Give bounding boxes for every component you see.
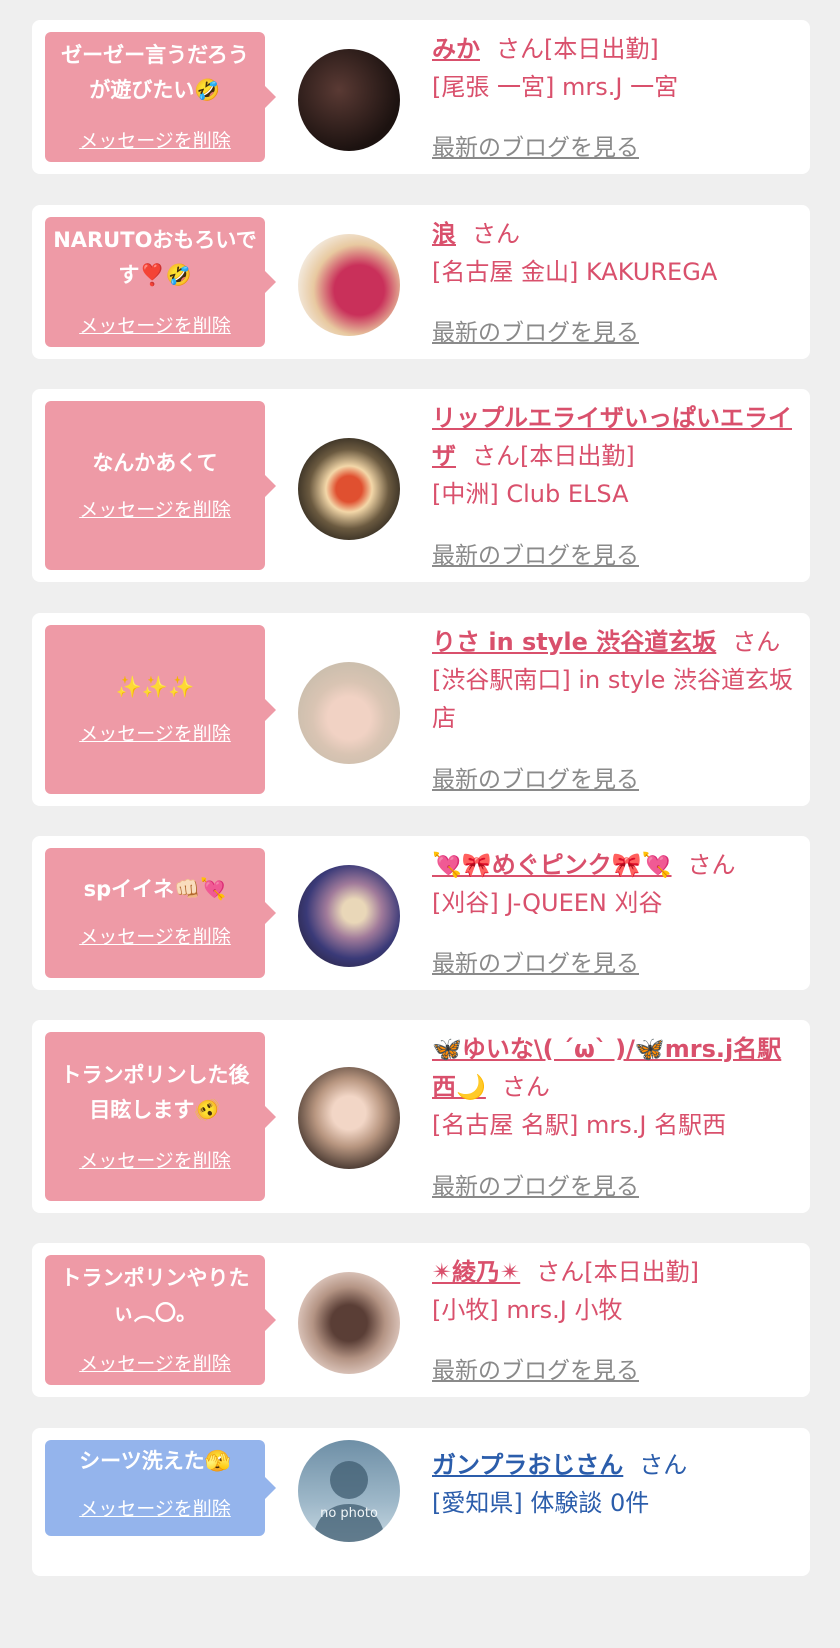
message-list: ゼーゼー言うだろうが遊びたい🤣 メッセージを削除 みか さん[本日出勤] [尾張 … [0,0,840,1648]
message-text: シーツ洗えた🫣 [79,1449,231,1473]
delete-message-link[interactable]: メッセージを削除 [45,126,265,153]
message-text: なんかあくて [92,451,218,475]
message-bubble: NARUTOおもろいです❣️🤣 メッセージを削除 [45,217,276,347]
blog-link[interactable]: 最新のブログを見る [432,944,639,978]
honorific: さん [536,1258,585,1286]
message-card: シーツ洗えた🫣 メッセージを削除 no photo ガンプラおじさん さん [愛知… [32,1428,810,1576]
delete-message-link[interactable]: メッセージを削除 [45,922,265,949]
profile-info: 💘🎀めぐピンク🎀💘 さん [刈谷] J-QUEEN 刈谷 [432,846,796,922]
message-bubble: なんかあくて メッセージを削除 [45,401,276,570]
message-bubble: ゼーゼー言うだろうが遊びたい🤣 メッセージを削除 [45,32,276,162]
delete-message-link[interactable]: メッセージを削除 [45,1349,265,1376]
delete-message-link[interactable]: メッセージを削除 [45,311,265,338]
profile-info: 浪さん [名古屋 金山] KAKUREGA [432,215,796,291]
honorific: さん [732,628,781,656]
message-text: ✨✨✨ [115,675,195,699]
profile-name-link[interactable]: みか [432,35,480,63]
delete-message-link[interactable]: メッセージを削除 [45,719,265,746]
person-silhouette-icon [312,1461,386,1542]
avatar[interactable] [298,865,400,967]
blog-link[interactable]: 最新のブログを見る [432,128,639,162]
honorific: さん [501,1073,550,1101]
profile-name-link[interactable]: ガンプラおじさん [432,1451,623,1479]
blog-link[interactable]: 最新のブログを見る [432,760,639,794]
profile-name-link[interactable]: 浪 [432,220,456,248]
message-card: NARUTOおもろいです❣️🤣 メッセージを削除 浪さん [名古屋 金山] KA… [32,205,810,359]
delete-message-link[interactable]: メッセージを削除 [45,1146,265,1173]
profile-info: ガンプラおじさん さん [愛知県] 体験談 0件 [432,1446,796,1522]
blog-link[interactable]: 最新のブログを見る [432,313,639,347]
honorific: さん [639,1451,688,1479]
status-badge: [本日出勤] [520,442,635,470]
avatar[interactable] [298,49,400,151]
avatar[interactable] [298,1067,400,1169]
profile-info: 🦋ゆいな\( ´ω` )/🦋mrs.j名駅西🌙 さん [名古屋 名駅] mrs.J… [432,1030,796,1144]
status-badge: [本日出勤] [544,35,659,63]
message-card: spイイネ👊🏻💘 メッセージを削除 💘🎀めぐピンク🎀💘 さん [刈谷] J-QUE… [32,836,810,990]
message-text: spイイネ👊🏻💘 [83,877,227,901]
message-text: トランポリンした後目眩します🫨 [60,1063,250,1122]
shop-info: [小牧] mrs.J 小牧 [432,1296,623,1324]
message-card: トランポリンやりたぃ︵〇。 メッセージを削除 ✴綾乃✴ さん[本日出勤] [小牧]… [32,1243,810,1397]
blog-link[interactable]: 最新のブログを見る [432,1351,639,1385]
message-bubble: ✨✨✨ メッセージを削除 [45,625,276,794]
avatar[interactable] [298,662,400,764]
profile-info: リップルエライザいっぱいエライザ さん[本日出勤] [中洲] Club ELSA [432,399,796,513]
shop-info: [尾張 一宮] mrs.J 一宮 [432,73,679,101]
message-card: なんかあくて メッセージを削除 リップルエライザいっぱいエライザ さん[本日出勤]… [32,389,810,582]
shop-info: [愛知県] 体験談 0件 [432,1489,650,1517]
profile-name-link[interactable]: ✴綾乃✴ [432,1258,520,1286]
profile-info: ✴綾乃✴ さん[本日出勤] [小牧] mrs.J 小牧 [432,1253,796,1329]
message-card: ゼーゼー言うだろうが遊びたい🤣 メッセージを削除 みか さん[本日出勤] [尾張 … [32,20,810,174]
shop-info: [中洲] Club ELSA [432,480,629,508]
profile-name-link[interactable]: りさ in style 渋谷道玄坂 [432,628,716,656]
message-bubble: シーツ洗えた🫣 メッセージを削除 [45,1440,276,1536]
message-card: トランポリンした後目眩します🫨 メッセージを削除 🦋ゆいな\( ´ω` )/🦋m… [32,1020,810,1213]
shop-info: [刈谷] J-QUEEN 刈谷 [432,889,663,917]
message-bubble: トランポリンやりたぃ︵〇。 メッセージを削除 [45,1255,276,1385]
honorific: さん [496,35,544,63]
blog-link[interactable]: 最新のブログを見る [432,1167,639,1201]
message-bubble: トランポリンした後目眩します🫨 メッセージを削除 [45,1032,276,1201]
shop-info: [名古屋 金山] KAKUREGA [432,258,718,286]
message-bubble: spイイネ👊🏻💘 メッセージを削除 [45,848,276,978]
honorific: さん [472,220,520,248]
profile-info: みか さん[本日出勤] [尾張 一宮] mrs.J 一宮 [432,30,796,106]
avatar[interactable] [298,234,400,336]
avatar[interactable] [298,438,400,540]
status-badge: [本日出勤] [584,1258,699,1286]
honorific: さん [687,851,736,879]
message-card: ✨✨✨ メッセージを削除 りさ in style 渋谷道玄坂 さん [渋谷駅南口]… [32,613,810,806]
shop-info: [名古屋 名駅] mrs.J 名駅西 [432,1111,727,1139]
avatar[interactable]: no photo [298,1440,400,1542]
profile-info: りさ in style 渋谷道玄坂 さん [渋谷駅南口] in style 渋谷道… [432,623,796,737]
delete-message-link[interactable]: メッセージを削除 [45,495,265,522]
message-text: トランポリンやりたぃ︵〇。 [60,1266,250,1325]
profile-name-link[interactable]: 💘🎀めぐピンク🎀💘 [432,851,672,879]
profile-name-link[interactable]: 🦋ゆいな\( ´ω` )/🦋mrs.j名駅西🌙 [432,1035,781,1101]
message-text: NARUTOおもろいです❣️🤣 [53,228,257,287]
honorific: さん [472,442,520,470]
avatar[interactable] [298,1272,400,1374]
no-photo-label: no photo [320,1506,378,1521]
blog-link[interactable]: 最新のブログを見る [432,536,639,570]
delete-message-link[interactable]: メッセージを削除 [45,1494,265,1521]
shop-info: [渋谷駅南口] in style 渋谷道玄坂店 [432,666,794,732]
message-text: ゼーゼー言うだろうが遊びたい🤣 [61,43,249,102]
